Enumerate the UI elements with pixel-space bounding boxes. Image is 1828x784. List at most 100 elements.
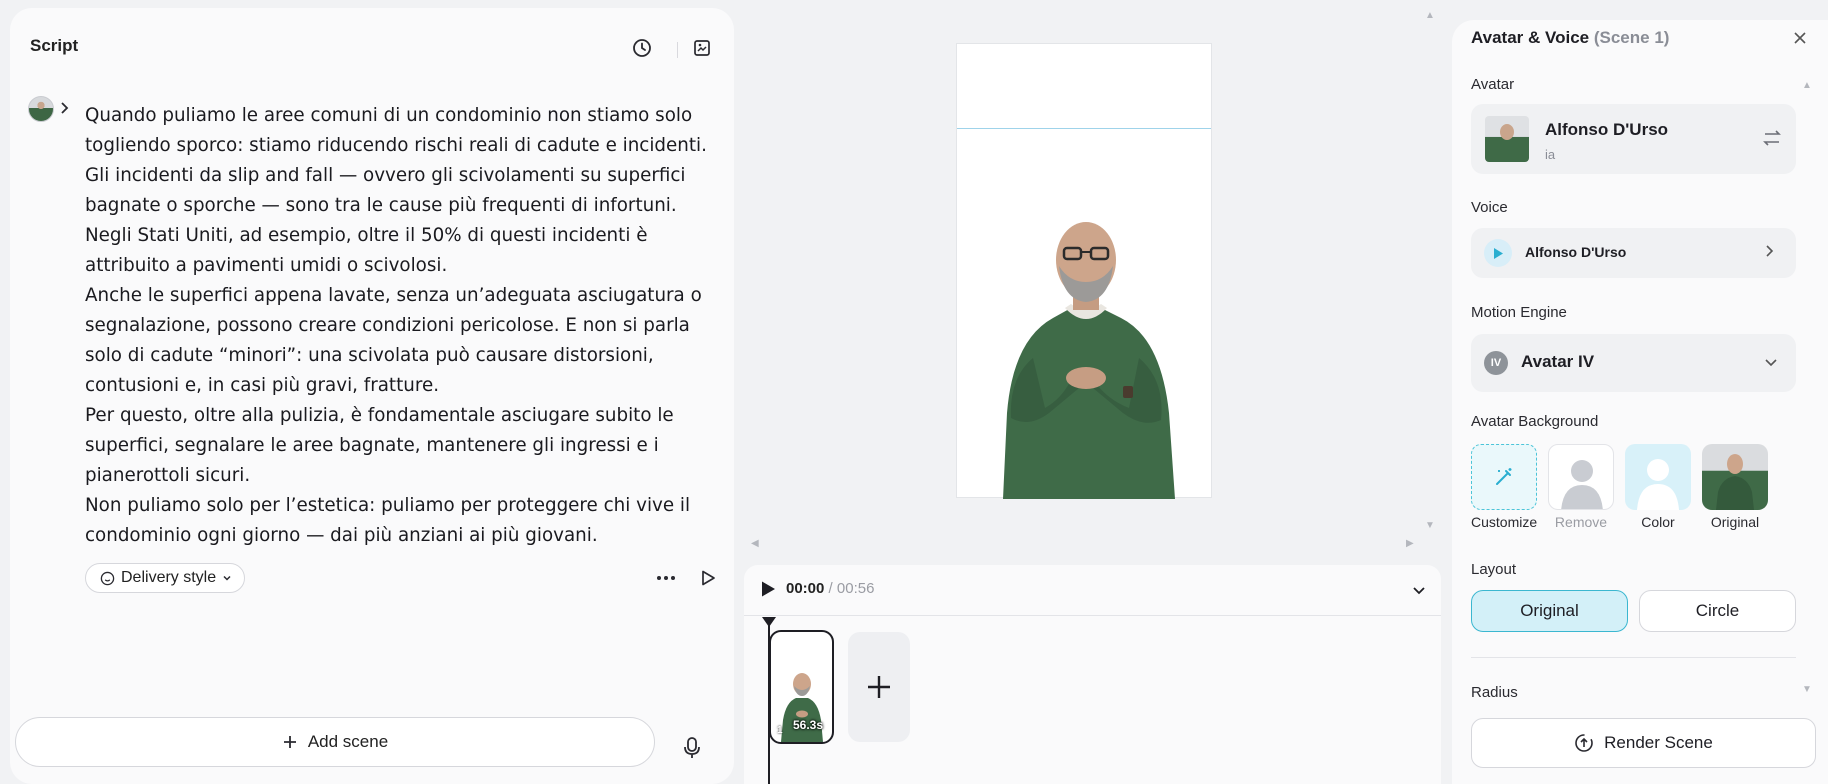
scene-thumbnail[interactable]: 1 56.3s	[769, 630, 834, 744]
storyboard-icon[interactable]	[688, 34, 716, 62]
delivery-style-label: Delivery style	[121, 569, 217, 586]
magic-wand-icon	[1496, 468, 1512, 485]
scene-number: 1	[777, 725, 783, 736]
chevron-down-icon[interactable]	[1408, 579, 1430, 601]
scroll-down-icon[interactable]: ▼	[1425, 520, 1435, 531]
script-line: Quando puliamo le aree comuni di un cond…	[85, 105, 693, 126]
add-scene-button[interactable]: Add scene	[15, 717, 655, 767]
background-option-customize[interactable]: Customize	[1471, 444, 1537, 530]
chevron-down-icon	[1764, 354, 1778, 372]
script-line: bagnate o sporche — sono tra le cause pi…	[85, 195, 677, 216]
person-silhouette-icon	[1561, 460, 1603, 509]
background-option-remove[interactable]: Remove	[1548, 444, 1614, 530]
voice-play-icon[interactable]	[1484, 239, 1512, 267]
background-option-original[interactable]: Original	[1702, 444, 1768, 530]
script-panel: Script Quando puliamo le aree comuni di …	[10, 8, 734, 784]
microphone-icon[interactable]	[678, 734, 706, 762]
engine-badge: IV	[1484, 351, 1508, 375]
avatar-name: Alfonso D'Urso	[1545, 120, 1669, 139]
customize-tile	[1471, 444, 1537, 510]
play-icon[interactable]	[760, 580, 778, 600]
emotion-icon	[100, 571, 115, 585]
panel-scene-label: (Scene 1)	[1593, 28, 1670, 47]
delivery-style-button[interactable]: Delivery style	[85, 563, 246, 593]
voice-name: Alfonso D'Urso	[1525, 244, 1627, 260]
plus-icon	[283, 736, 296, 748]
timeline-panel: 00:00 / 00:56 1 56.3s	[744, 565, 1441, 784]
avatar-section-label: Avatar	[1471, 76, 1515, 93]
playhead-handle[interactable]	[762, 617, 776, 627]
person-silhouette-icon	[1637, 459, 1679, 510]
background-option-label: Color	[1641, 514, 1675, 530]
history-icon[interactable]	[628, 34, 656, 62]
scene-duration: 56.3s	[793, 718, 824, 732]
remove-tile	[1548, 444, 1614, 510]
background-option-label: Original	[1710, 514, 1760, 530]
add-scene-label: Add scene	[307, 732, 389, 751]
scene-avatar-thumbnail[interactable]	[28, 96, 54, 122]
chevron-right-icon	[1764, 244, 1774, 263]
background-option-label: Remove	[1554, 514, 1608, 530]
playhead[interactable]	[768, 617, 770, 784]
timeline-divider	[744, 615, 1441, 616]
panel-title-text: Avatar & Voice	[1471, 28, 1590, 47]
script-line: togliendo sporco: stiamo riducendo risch…	[85, 135, 707, 156]
panel-title: Avatar & Voice (Scene 1)	[1471, 28, 1669, 48]
avatar-voice-panel: Avatar & Voice (Scene 1) ▲ ▼ Avatar Alfo…	[1452, 20, 1828, 784]
script-line: attribuito a pavimenti umidi o scivolosi…	[85, 255, 448, 276]
play-icon[interactable]	[694, 566, 722, 590]
chevron-down-icon	[223, 575, 231, 581]
script-line: contusioni e, in casi più gravi, frattur…	[85, 375, 440, 396]
script-line: Negli Stati Uniti, ad esempio, oltre il …	[85, 225, 648, 246]
scroll-up-icon[interactable]: ▲	[1425, 10, 1435, 21]
script-line: Non puliamo solo per l’estetica: puliamo…	[85, 495, 691, 516]
avatar-figure	[1003, 222, 1175, 499]
header-divider	[677, 42, 678, 58]
add-scene-tile[interactable]	[848, 632, 910, 742]
layout-label: Layout	[1471, 561, 1517, 578]
playback-time: 00:00 / 00:56	[786, 580, 874, 597]
plus-icon	[868, 676, 890, 698]
script-line: Per questo, oltre alla pulizia, è fondam…	[85, 405, 674, 426]
motion-engine-select[interactable]: IV Avatar IV	[1471, 334, 1796, 392]
scroll-right-icon[interactable]: ▶	[1406, 538, 1414, 549]
background-option-label: Customize	[1471, 514, 1538, 530]
script-line: pianerottoli sicuri.	[85, 465, 251, 486]
avatar-card[interactable]: Alfonso D'Urso ia	[1471, 104, 1796, 174]
current-time: 00:00	[786, 580, 825, 597]
voice-card[interactable]: Alfonso D'Urso	[1471, 228, 1796, 278]
scroll-down-icon[interactable]: ▼	[1802, 684, 1812, 695]
original-tile	[1702, 444, 1768, 510]
background-option-color[interactable]: Color	[1625, 444, 1691, 530]
section-divider	[1471, 657, 1796, 658]
engine-name: Avatar IV	[1521, 352, 1595, 371]
chevron-right-icon[interactable]	[58, 100, 70, 121]
render-scene-label: Render Scene	[1604, 733, 1713, 752]
script-line: segnalazione, possono creare condizioni …	[85, 315, 690, 336]
video-preview-canvas[interactable]	[956, 43, 1212, 499]
script-line: condominio ogni giorno — dai più anziani…	[85, 525, 598, 546]
swap-icon[interactable]	[1761, 128, 1783, 148]
more-icon[interactable]	[652, 566, 680, 590]
script-line: superfici, segnalare le aree bagnate, ma…	[85, 435, 659, 456]
close-icon[interactable]	[1790, 28, 1810, 48]
render-scene-button[interactable]: Render Scene	[1471, 718, 1816, 768]
avatar-figure-mini	[1716, 454, 1754, 510]
avatar-background-label: Avatar Background	[1471, 413, 1599, 430]
script-line: solo di cadute “minori”: una scivolata p…	[85, 345, 654, 366]
script-line: Gli incidenti da slip and fall — ovvero …	[85, 165, 686, 186]
scroll-left-icon[interactable]: ◀	[751, 538, 759, 549]
total-time: 00:56	[836, 580, 875, 597]
script-line: Anche le superfici appena lavate, senza …	[85, 285, 702, 306]
radius-label: Radius	[1471, 684, 1518, 701]
time-separator: /	[828, 580, 833, 597]
motion-engine-label: Motion Engine	[1471, 304, 1567, 321]
voice-section-label: Voice	[1471, 199, 1508, 216]
guide-line	[957, 128, 1211, 129]
layout-original-button[interactable]: Original	[1471, 590, 1628, 632]
render-icon	[1575, 734, 1593, 752]
layout-circle-button[interactable]: Circle	[1639, 590, 1796, 632]
script-text[interactable]: Quando puliamo le aree comuni di un cond…	[85, 101, 735, 551]
avatar-subtitle: ia	[1545, 147, 1556, 162]
scroll-up-icon[interactable]: ▲	[1802, 80, 1812, 91]
